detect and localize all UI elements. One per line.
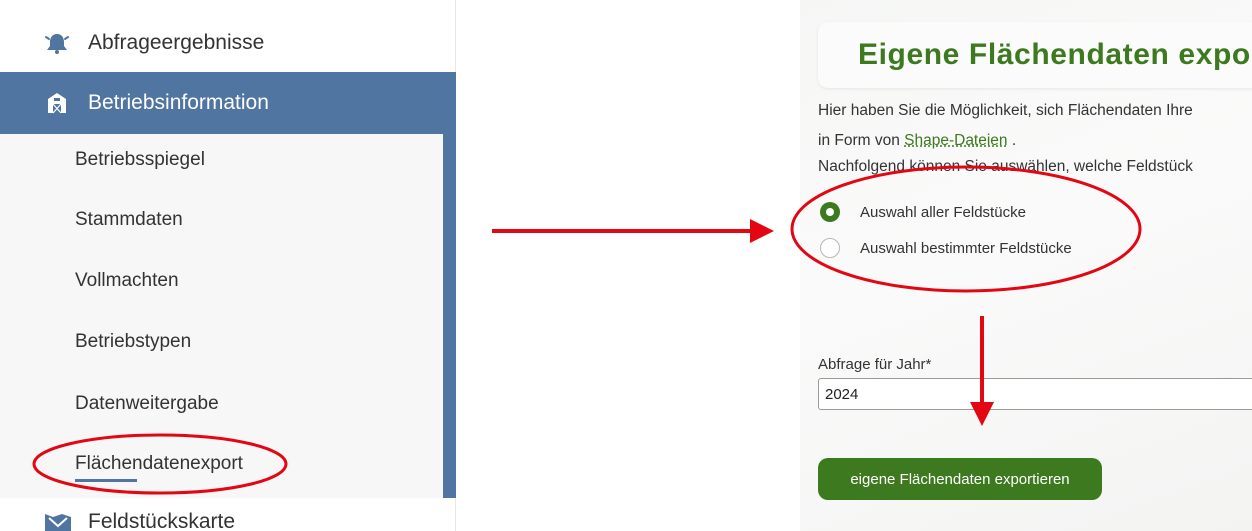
screenshot-stage: Abfrageergebnisse Betriebsinformation Be… [0,0,1252,531]
sidebar-item-betriebsspiegel[interactable]: Betriebsspiegel [75,149,205,171]
radio-option-all[interactable]: Auswahl aller Feldstücke [820,202,1026,222]
sidebar-item-betriebstypen[interactable]: Betriebstypen [75,331,191,353]
bell-icon [45,34,69,54]
page-title: Eigene Flächendaten export [858,38,1252,71]
sidebar-item-stammdaten[interactable]: Stammdaten [75,209,183,231]
main-content: Eigene Flächendaten export Hier haben Si… [800,0,1252,531]
map-icon [45,514,71,531]
intro-prefix: in Form von [818,132,905,149]
year-input[interactable] [818,378,1252,410]
active-item-underline [75,479,137,482]
farm-icon [48,93,66,114]
radio-button[interactable] [820,238,840,258]
sidebar-item-label: Abfrageergebnisse [88,31,265,54]
sidebar-submenu [0,134,443,498]
intro-text-line2: in Form von Shape-Dateien . [818,132,1016,150]
intro-text-line3: Nachfolgend können Sie auswählen, welche… [818,158,1193,175]
radio-button-checked[interactable] [820,202,840,222]
intro-text-line1: Hier haben Sie die Möglichkeit, sich Flä… [818,102,1193,119]
year-label: Abfrage für Jahr* [818,356,932,373]
radio-label: Auswahl aller Feldstücke [860,203,1026,221]
sidebar-item-label: Feldstückskarte [88,510,236,531]
sidebar-item-datenweitergabe[interactable]: Datenweitergabe [75,393,219,415]
sidebar-section-label: Betriebsinformation [88,91,269,114]
sidebar-item-vollmachten[interactable]: Vollmachten [75,270,179,292]
sidebar: Abfrageergebnisse Betriebsinformation Be… [0,0,456,531]
sidebar-item-abfrageergebnisse[interactable]: Abfrageergebnisse [0,14,456,72]
sidebar-section-betriebsinformation[interactable]: Betriebsinformation [0,72,456,134]
shape-files-link[interactable]: Shape-Dateien [904,132,1007,149]
radio-label: Auswahl bestimmter Feldstücke [860,239,1072,257]
sidebar-submenu-rail [443,134,456,498]
export-button[interactable]: eigene Flächendaten exportieren [818,458,1102,500]
radio-option-selected[interactable]: Auswahl bestimmter Feldstücke [820,238,1072,258]
title-card: Eigene Flächendaten export [818,22,1252,88]
intro-suffix: . [1007,132,1017,149]
sidebar-item-feldstueckskarte[interactable]: Feldstückskarte [0,498,456,531]
sidebar-item-flaechendatenexport[interactable]: Flächendatenexport [75,453,243,475]
